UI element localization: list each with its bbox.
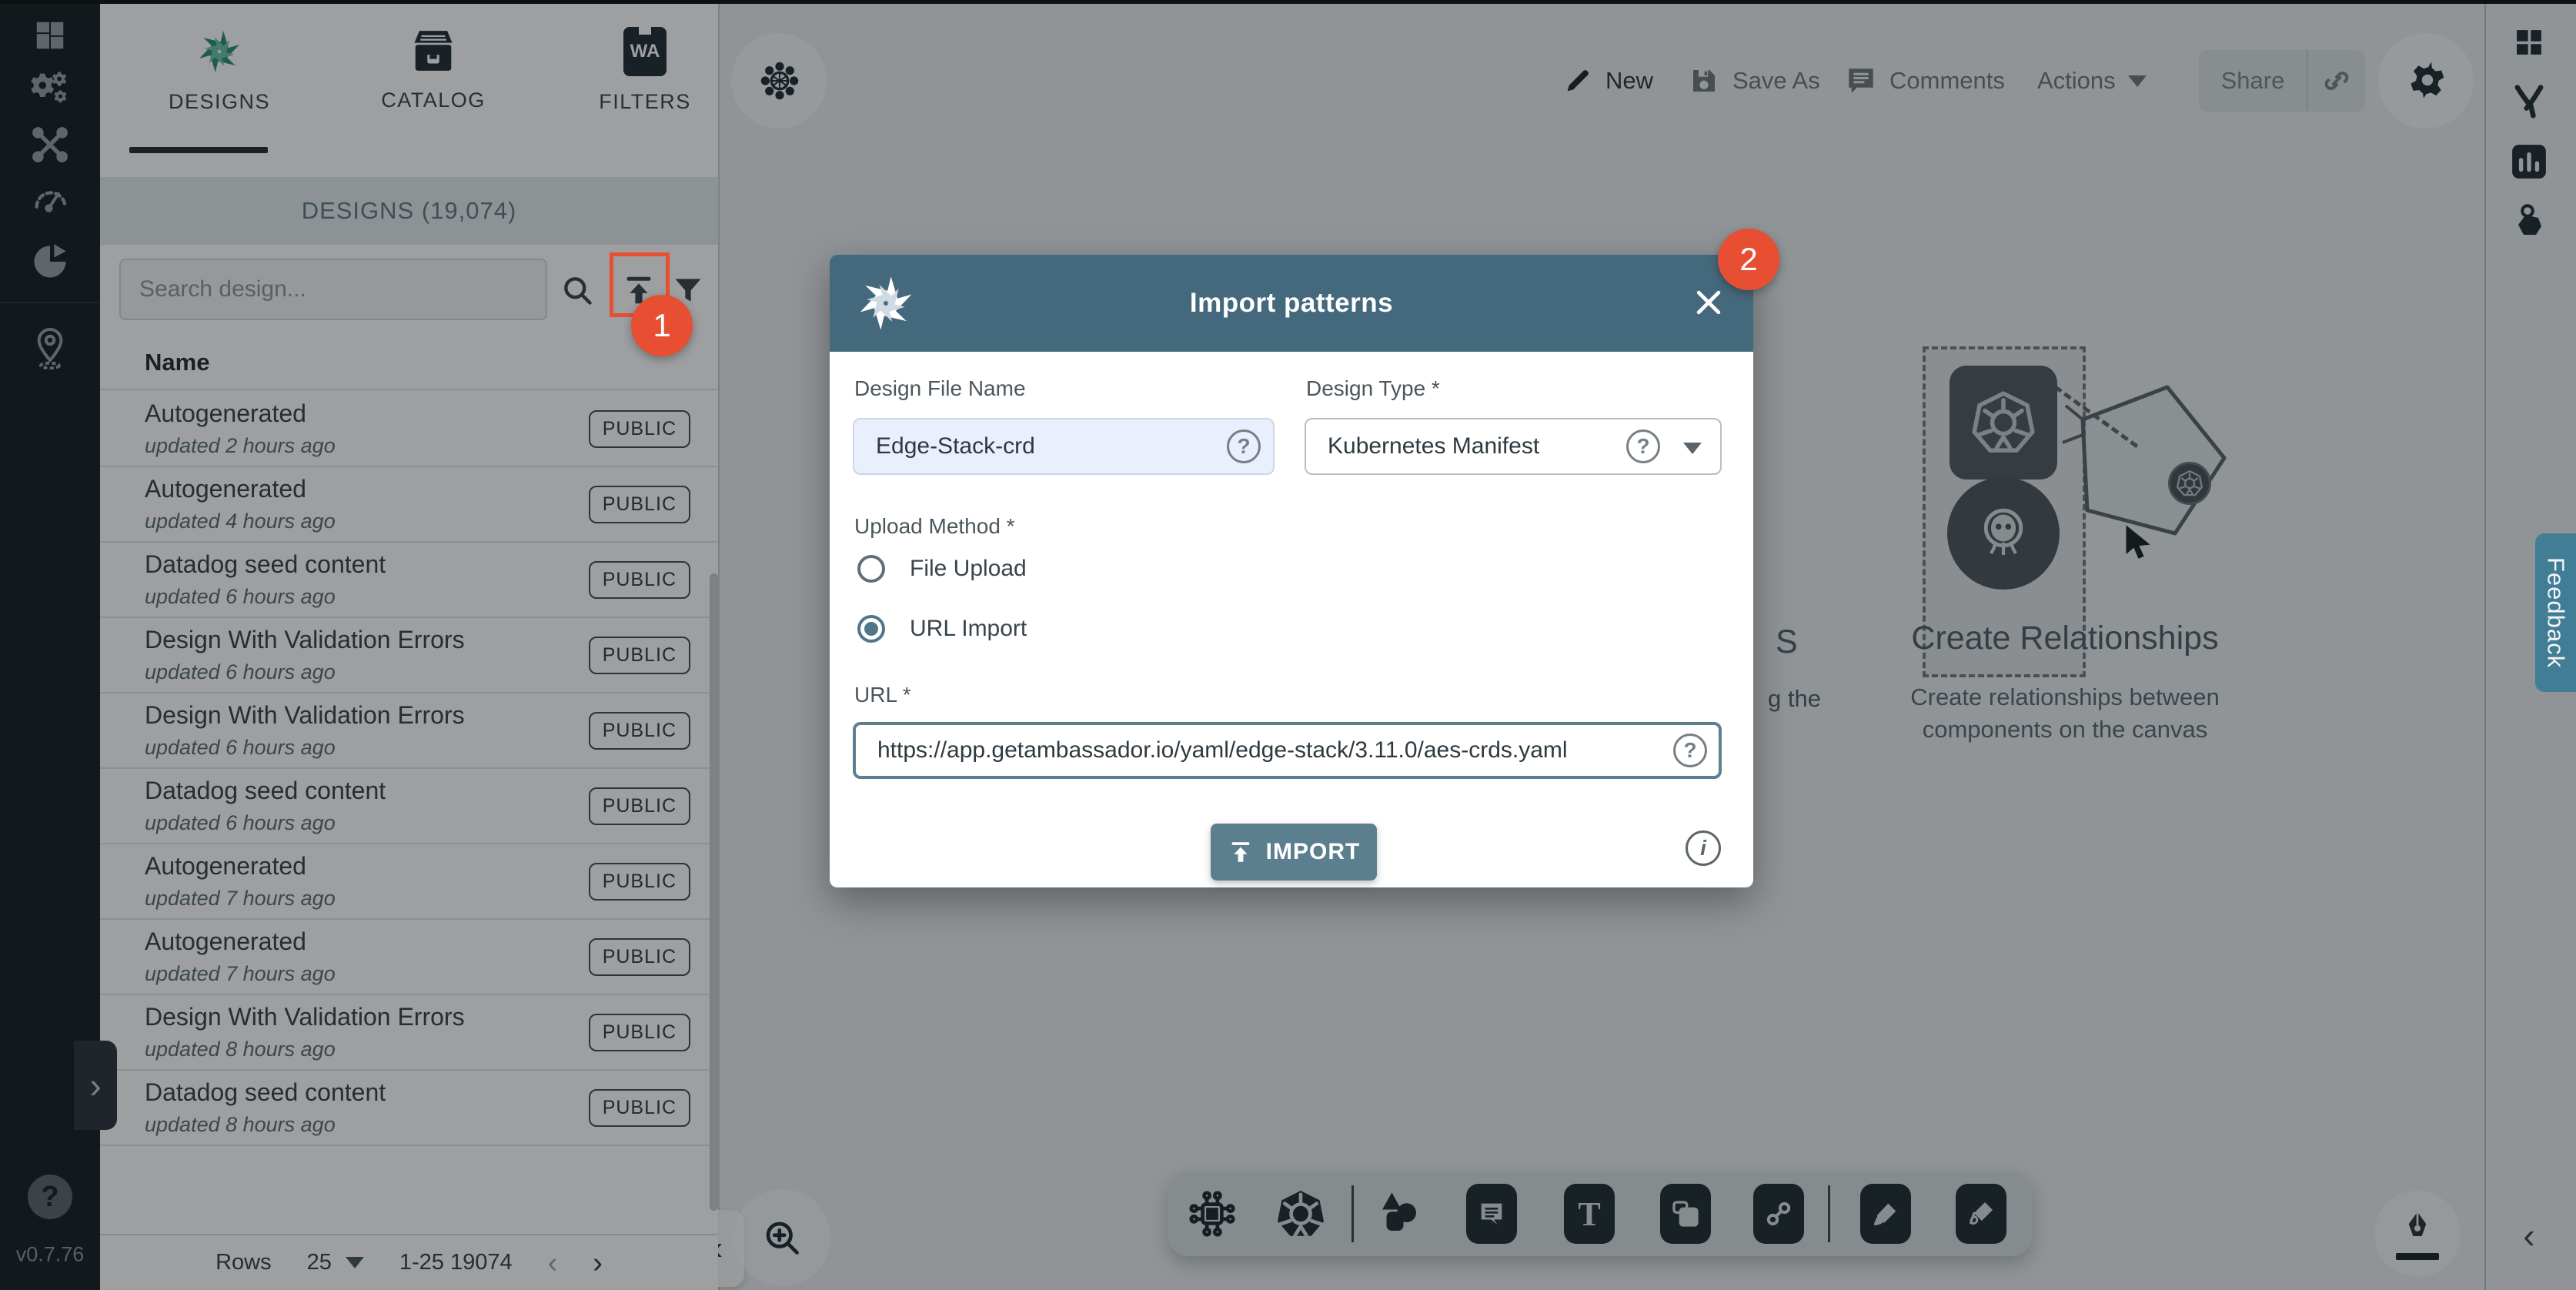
feedback-tab[interactable]: Feedback bbox=[2535, 533, 2576, 692]
meshery-app: › ? v0.7.76 DESIGNS CATALOG bbox=[0, 0, 2576, 1290]
help-icon[interactable]: ? bbox=[1227, 429, 1261, 463]
upload-icon bbox=[1228, 839, 1254, 865]
help-icon[interactable]: ? bbox=[1673, 734, 1707, 767]
step1-badge: 1 bbox=[631, 295, 693, 356]
help-icon[interactable]: ? bbox=[1626, 429, 1660, 463]
file-upload-label: File Upload bbox=[910, 556, 1027, 582]
chevron-down-icon bbox=[1683, 443, 1702, 454]
url-input[interactable] bbox=[853, 722, 1722, 779]
info-icon[interactable]: i bbox=[1686, 830, 1721, 866]
feedback-label: Feedback bbox=[2542, 557, 2570, 668]
upload-method-label: Upload Method * bbox=[854, 514, 1015, 539]
radio-selected-icon bbox=[857, 615, 885, 643]
import-button[interactable]: IMPORT bbox=[1211, 824, 1377, 881]
design-file-name-label: Design File Name bbox=[854, 376, 1026, 401]
import-label: IMPORT bbox=[1266, 839, 1361, 865]
url-label: URL * bbox=[854, 683, 911, 707]
url-import-label: URL Import bbox=[910, 616, 1027, 642]
file-upload-radio-option[interactable]: File Upload bbox=[857, 555, 1027, 583]
design-file-name-input[interactable] bbox=[853, 418, 1275, 475]
modal-title: Import patterns bbox=[830, 288, 1753, 319]
modal-header: Import patterns bbox=[830, 255, 1753, 352]
design-type-select[interactable]: Kubernetes Manifest ? bbox=[1305, 418, 1722, 475]
design-type-label: Design Type * bbox=[1306, 376, 1440, 401]
import-patterns-modal: Import patterns Design File Name ? Desig… bbox=[830, 255, 1753, 887]
close-icon[interactable] bbox=[1692, 286, 1726, 319]
url-import-radio-option[interactable]: URL Import bbox=[857, 615, 1027, 643]
radio-unselected-icon bbox=[857, 555, 885, 583]
step2-badge: 2 bbox=[1718, 229, 1779, 290]
design-type-value: Kubernetes Manifest bbox=[1328, 433, 1539, 460]
